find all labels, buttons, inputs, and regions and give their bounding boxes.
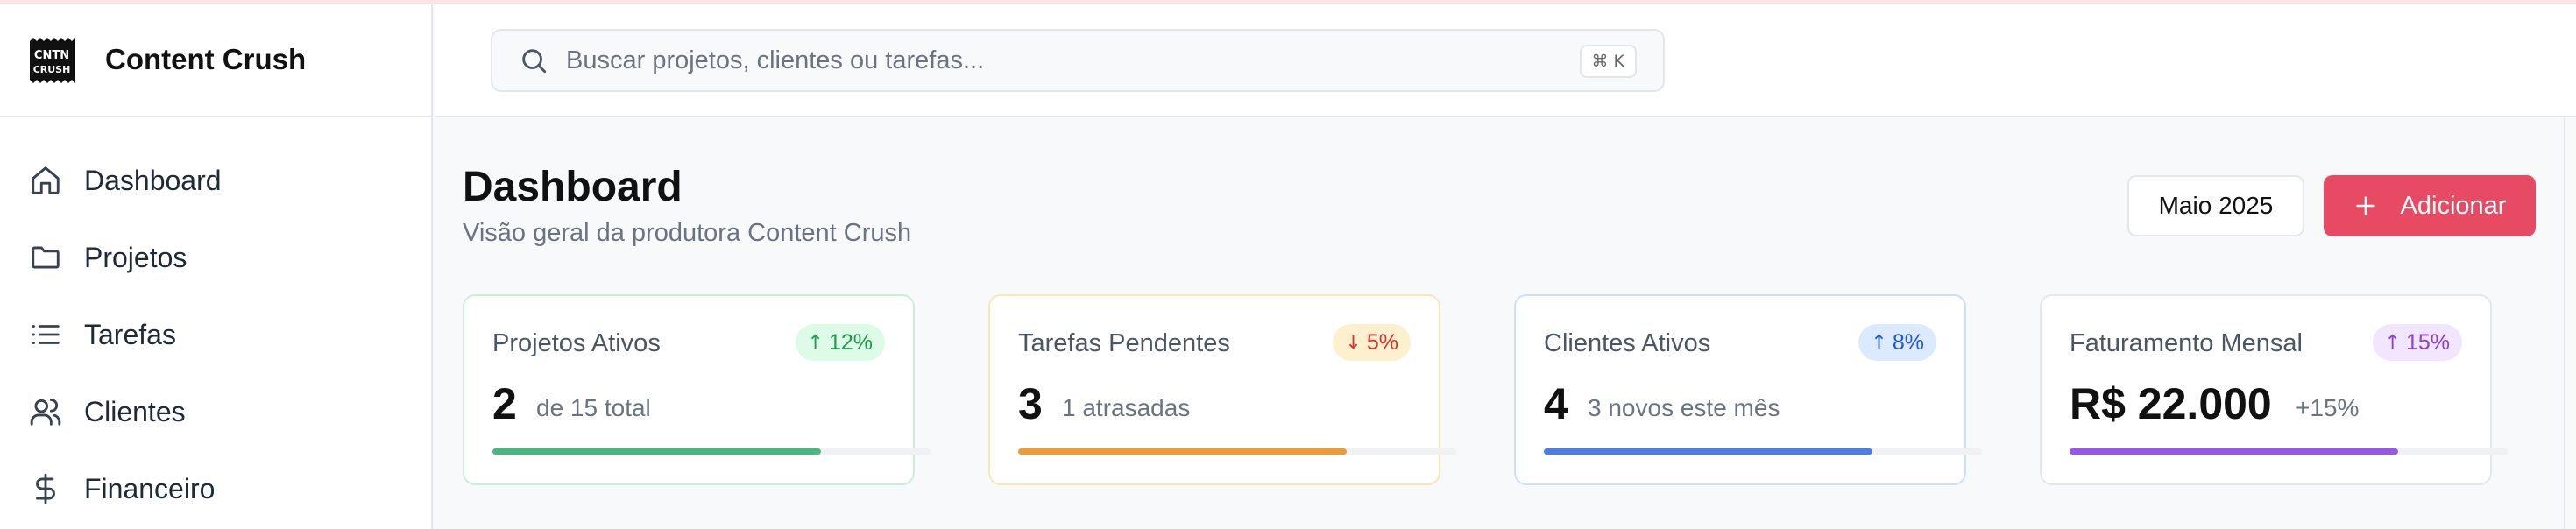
svg-text:CNTN: CNTN: [34, 49, 69, 62]
card-subtext: +15%: [2296, 394, 2360, 421]
add-button-label: Adicionar: [2400, 191, 2507, 220]
stat-card-tarefas-pendentes[interactable]: Tarefas Pendentes ↓ 5% 3 1 atrasadas: [988, 294, 1456, 485]
arrow-up-icon: ↑: [1871, 331, 1887, 354]
arrow-down-icon: ↓: [1345, 331, 1362, 354]
card-value: R$ 22.000: [2070, 379, 2272, 428]
sidebar-item-label: Projetos: [84, 241, 188, 273]
card-value: 3: [1018, 379, 1043, 428]
list-icon: [28, 317, 63, 352]
progress-track: [2070, 448, 2508, 455]
stat-card-clientes-ativos[interactable]: Clientes Ativos ↑ 8% 4 3 novos este mês: [1514, 294, 1982, 485]
card-label: Projetos Ativos: [492, 329, 661, 357]
home-icon: [28, 163, 63, 198]
card-subtext: 3 novos este mês: [1588, 394, 1780, 421]
sidebar-item-label: Financeiro: [84, 472, 216, 504]
sidebar-item-label: Clientes: [84, 395, 186, 427]
page-title: Dashboard: [463, 164, 683, 210]
sidebar: CNTN CRUSH Content Crush Dashboard Proje…: [0, 4, 433, 529]
sidebar-item-financeiro[interactable]: Financeiro: [0, 450, 431, 527]
card-label: Tarefas Pendentes: [1018, 329, 1230, 357]
brand-name: Content Crush: [105, 43, 307, 75]
keyboard-shortcut-badge: ⌘ K: [1579, 45, 1637, 78]
sidebar-item-dashboard[interactable]: Dashboard: [0, 142, 431, 219]
progress-fill: [492, 448, 821, 455]
sidebar-item-label: Tarefas: [84, 318, 176, 350]
search-input[interactable]: [566, 46, 1530, 75]
sidebar-nav: Dashboard Projetos Tarefas Clientes Fina…: [0, 117, 431, 527]
content-crush-logo: CNTN CRUSH: [30, 38, 75, 83]
search-icon: [522, 49, 547, 74]
sidebar-item-projetos[interactable]: Projetos: [0, 219, 431, 296]
sidebar-item-label: Dashboard: [84, 164, 222, 196]
card-label: Faturamento Mensal: [2070, 329, 2303, 357]
progress-fill: [2070, 448, 2398, 455]
main-content: Dashboard Visão geral da produtora Conte…: [435, 117, 2564, 529]
progress-track: [1544, 448, 1982, 455]
progress-fill: [1544, 448, 1872, 455]
trend-badge: ↑ 8%: [1858, 324, 1936, 361]
card-value: 2: [492, 379, 517, 428]
search-box[interactable]: ⌘ K: [491, 29, 1665, 92]
svg-text:CRUSH: CRUSH: [33, 64, 71, 75]
dollar-icon: [28, 471, 63, 506]
card-value: 4: [1544, 379, 1568, 428]
card-subtext: de 15 total: [536, 394, 651, 421]
trend-badge: ↑ 15%: [2372, 324, 2462, 361]
sidebar-item-tarefas[interactable]: Tarefas: [0, 296, 431, 373]
progress-fill: [1018, 448, 1347, 455]
progress-track: [492, 448, 931, 455]
sidebar-item-clientes[interactable]: Clientes: [0, 373, 431, 450]
progress-track: [1018, 448, 1456, 455]
folder-icon: [28, 240, 63, 275]
users-icon: [28, 394, 63, 429]
top-bar: ⌘ K: [435, 4, 2576, 117]
stat-card-projetos-ativos[interactable]: Projetos Ativos ↑ 12% 2 de 15 total: [463, 294, 931, 485]
trend-badge: ↓ 5%: [1333, 324, 1411, 361]
month-selector-button[interactable]: Maio 2025: [2127, 175, 2304, 236]
plus-icon: [2355, 196, 2375, 215]
add-button[interactable]: Adicionar: [2324, 175, 2536, 236]
arrow-up-icon: ↑: [2384, 331, 2401, 354]
card-label: Clientes Ativos: [1544, 329, 1711, 357]
page-subtitle: Visão geral da produtora Content Crush: [463, 219, 912, 247]
card-subtext: 1 atrasadas: [1062, 394, 1191, 421]
arrow-up-icon: ↑: [807, 331, 824, 354]
right-divider: [2564, 117, 2565, 529]
stat-card-faturamento-mensal[interactable]: Faturamento Mensal ↑ 15% R$ 22.000 +15%: [2040, 294, 2508, 485]
trend-badge: ↑ 12%: [795, 324, 885, 361]
brand[interactable]: CNTN CRUSH Content Crush: [0, 4, 431, 117]
